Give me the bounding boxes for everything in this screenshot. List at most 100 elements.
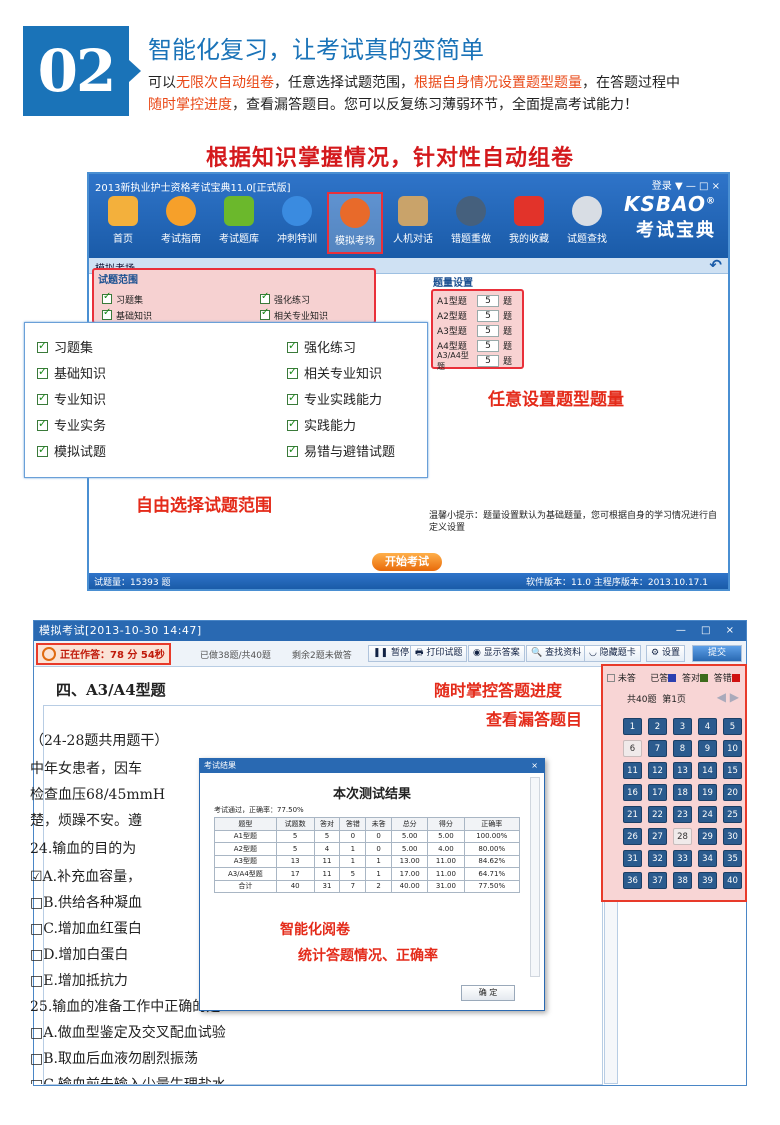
question-number-button[interactable]: 15 bbox=[723, 762, 742, 779]
question-number-button[interactable]: 28 bbox=[673, 828, 692, 845]
toolbar-search-button[interactable]: 试题查找 bbox=[559, 196, 615, 245]
question-number-button[interactable]: 12 bbox=[648, 762, 667, 779]
scope-checkbox-small[interactable]: 相关专业知识 bbox=[260, 307, 328, 322]
question-number-button[interactable]: 38 bbox=[673, 872, 692, 889]
answer-option[interactable]: □D.增加白蛋白 bbox=[30, 944, 128, 964]
question-number-button[interactable]: 26 bbox=[623, 828, 642, 845]
question-number-button[interactable]: 33 bbox=[673, 850, 692, 867]
question-number-button[interactable]: 19 bbox=[698, 784, 717, 801]
question-number-button[interactable]: 6 bbox=[623, 740, 642, 757]
ok-button[interactable]: 确 定 bbox=[461, 985, 515, 1001]
pen-icon bbox=[456, 196, 486, 226]
question-number-button[interactable]: 9 bbox=[698, 740, 717, 757]
scope-checkbox[interactable]: 模拟试题 bbox=[37, 441, 106, 460]
question-number-button[interactable]: 23 bbox=[673, 806, 692, 823]
question-number-button[interactable]: 31 bbox=[623, 850, 642, 867]
scope-checkbox[interactable]: 专业知识 bbox=[37, 389, 106, 408]
question-number-button[interactable]: 10 bbox=[723, 740, 742, 757]
toolbar-wrong-redo-button[interactable]: 错题重做 bbox=[443, 196, 499, 245]
question-number-button[interactable]: 24 bbox=[698, 806, 717, 823]
question-number-button[interactable]: 21 bbox=[623, 806, 642, 823]
scope-checkbox[interactable]: 实践能力 bbox=[287, 415, 356, 434]
dialog-close-icon[interactable]: × bbox=[531, 759, 544, 773]
question-number-button[interactable]: 13 bbox=[673, 762, 692, 779]
answer-option[interactable]: □B.取血后血液勿剧烈振荡 bbox=[30, 1048, 198, 1068]
answer-option[interactable]: □E.增加抵抗力 bbox=[30, 970, 128, 990]
answer-option[interactable]: □B.供给各种凝血 bbox=[30, 892, 142, 912]
question-number-button[interactable]: 18 bbox=[673, 784, 692, 801]
scope-checkbox[interactable]: 强化练习 bbox=[287, 337, 356, 356]
question-number-button[interactable]: 1 bbox=[623, 718, 642, 735]
scope-checkbox[interactable]: 相关专业知识 bbox=[287, 363, 382, 382]
start-exam-button[interactable]: 开始考试 bbox=[372, 553, 442, 571]
show-answer-button[interactable]: ◉ 显示答案 bbox=[468, 645, 525, 662]
question-number-button[interactable]: 37 bbox=[648, 872, 667, 889]
toolbar-mock-exam-button[interactable]: 模拟考场 bbox=[327, 192, 383, 254]
question-number-button[interactable]: 16 bbox=[623, 784, 642, 801]
submit-button[interactable]: 提交 bbox=[692, 645, 742, 662]
question-number-button[interactable]: 30 bbox=[723, 828, 742, 845]
result-cell: A2型题 bbox=[214, 842, 277, 856]
settings-button[interactable]: ⚙ 设置 bbox=[646, 645, 685, 662]
toolbar-favorites-button[interactable]: 我的收藏 bbox=[501, 196, 557, 245]
type-count-input[interactable]: 5 bbox=[477, 294, 499, 307]
question-number-button[interactable]: 36 bbox=[623, 872, 642, 889]
scope-checkbox-small[interactable]: 习题集 bbox=[102, 291, 143, 306]
question-number-button[interactable]: 40 bbox=[723, 872, 742, 889]
question-number-button[interactable]: 3 bbox=[673, 718, 692, 735]
type-count-input[interactable]: 5 bbox=[477, 309, 499, 322]
question-number-button[interactable]: 7 bbox=[648, 740, 667, 757]
result-cell: 4 bbox=[313, 842, 341, 856]
type-count-input[interactable]: 5 bbox=[477, 324, 499, 337]
answer-option[interactable]: □C.输血前先输入少量生理盐水 bbox=[30, 1074, 226, 1084]
question-number-button[interactable]: 17 bbox=[648, 784, 667, 801]
result-cell: 5 bbox=[339, 867, 367, 881]
window-controls[interactable]: 登录 ▼ — □ × bbox=[652, 177, 720, 192]
question-number-button[interactable]: 8 bbox=[673, 740, 692, 757]
answer-option[interactable]: ☑A.补充血容量， bbox=[30, 866, 141, 886]
toolbar-home-button[interactable]: 首页 bbox=[95, 196, 151, 245]
answer-option[interactable]: □A.做血型鉴定及交叉配血试验 bbox=[30, 1022, 226, 1042]
pause-button[interactable]: ❚❚ 暂停 bbox=[368, 645, 414, 662]
toolbar-guide-button[interactable]: 考试指南 bbox=[153, 196, 209, 245]
window-controls[interactable]: — □ × bbox=[676, 621, 740, 641]
question-number-button[interactable]: 20 bbox=[723, 784, 742, 801]
scope-checkbox[interactable]: 易错与避错试题 bbox=[287, 441, 395, 460]
toolbar-sprint-button[interactable]: 冲刺特训 bbox=[269, 196, 325, 245]
section-heading: 根据知识掌握情况，针对性自动组卷 bbox=[205, 146, 574, 171]
question-number-button[interactable]: 27 bbox=[648, 828, 667, 845]
hide-card-button[interactable]: ◡ 隐藏题卡 bbox=[584, 645, 641, 662]
result-cell: 7 bbox=[339, 879, 367, 893]
toolbar-question-bank-button[interactable]: 考试题库 bbox=[211, 196, 267, 245]
scope-checkbox-small[interactable]: 基础知识 bbox=[102, 307, 152, 322]
question-number-button[interactable]: 14 bbox=[698, 762, 717, 779]
type-count-input[interactable]: 5 bbox=[477, 339, 499, 352]
dialog-scrollbar[interactable] bbox=[530, 777, 540, 977]
toolbar-dialog-button[interactable]: 人机对话 bbox=[385, 196, 441, 245]
scope-checkbox[interactable]: 专业实务 bbox=[37, 415, 106, 434]
question-number-button[interactable]: 22 bbox=[648, 806, 667, 823]
result-table-row: 合计 40 31 7 2 40.00 31.00 77.50% bbox=[214, 879, 521, 893]
result-cell: 5 bbox=[313, 829, 341, 843]
question-number-button[interactable]: 2 bbox=[648, 718, 667, 735]
back-arrow-icon[interactable]: ↶ bbox=[709, 256, 722, 274]
result-cell: 0 bbox=[339, 829, 367, 843]
search-material-button[interactable]: 🔍 查找资料 bbox=[526, 645, 587, 662]
question-number-button[interactable]: 25 bbox=[723, 806, 742, 823]
question-number-button[interactable]: 11 bbox=[623, 762, 642, 779]
scope-checkbox[interactable]: 专业实践能力 bbox=[287, 389, 382, 408]
question-number-button[interactable]: 32 bbox=[648, 850, 667, 867]
scope-checkbox[interactable]: 基础知识 bbox=[37, 363, 106, 382]
result-table: 题型 试题数 答对 答错 未答 总分 得分 正确率 A1型题 5 5 0 0 5.00 5.00 100.0… bbox=[214, 817, 521, 893]
question-number-button[interactable]: 29 bbox=[698, 828, 717, 845]
scope-checkbox-small[interactable]: 强化练习 bbox=[260, 291, 310, 306]
scope-checkbox[interactable]: 习题集 bbox=[37, 337, 93, 356]
question-number-button[interactable]: 5 bbox=[723, 718, 742, 735]
type-count-input[interactable]: 5 bbox=[477, 354, 499, 367]
print-button[interactable]: 🖶 打印试题 bbox=[410, 645, 468, 662]
question-number-button[interactable]: 34 bbox=[698, 850, 717, 867]
question-number-button[interactable]: 4 bbox=[698, 718, 717, 735]
question-number-button[interactable]: 39 bbox=[698, 872, 717, 889]
question-number-button[interactable]: 35 bbox=[723, 850, 742, 867]
answer-option[interactable]: □C.增加血红蛋白 bbox=[30, 918, 142, 938]
